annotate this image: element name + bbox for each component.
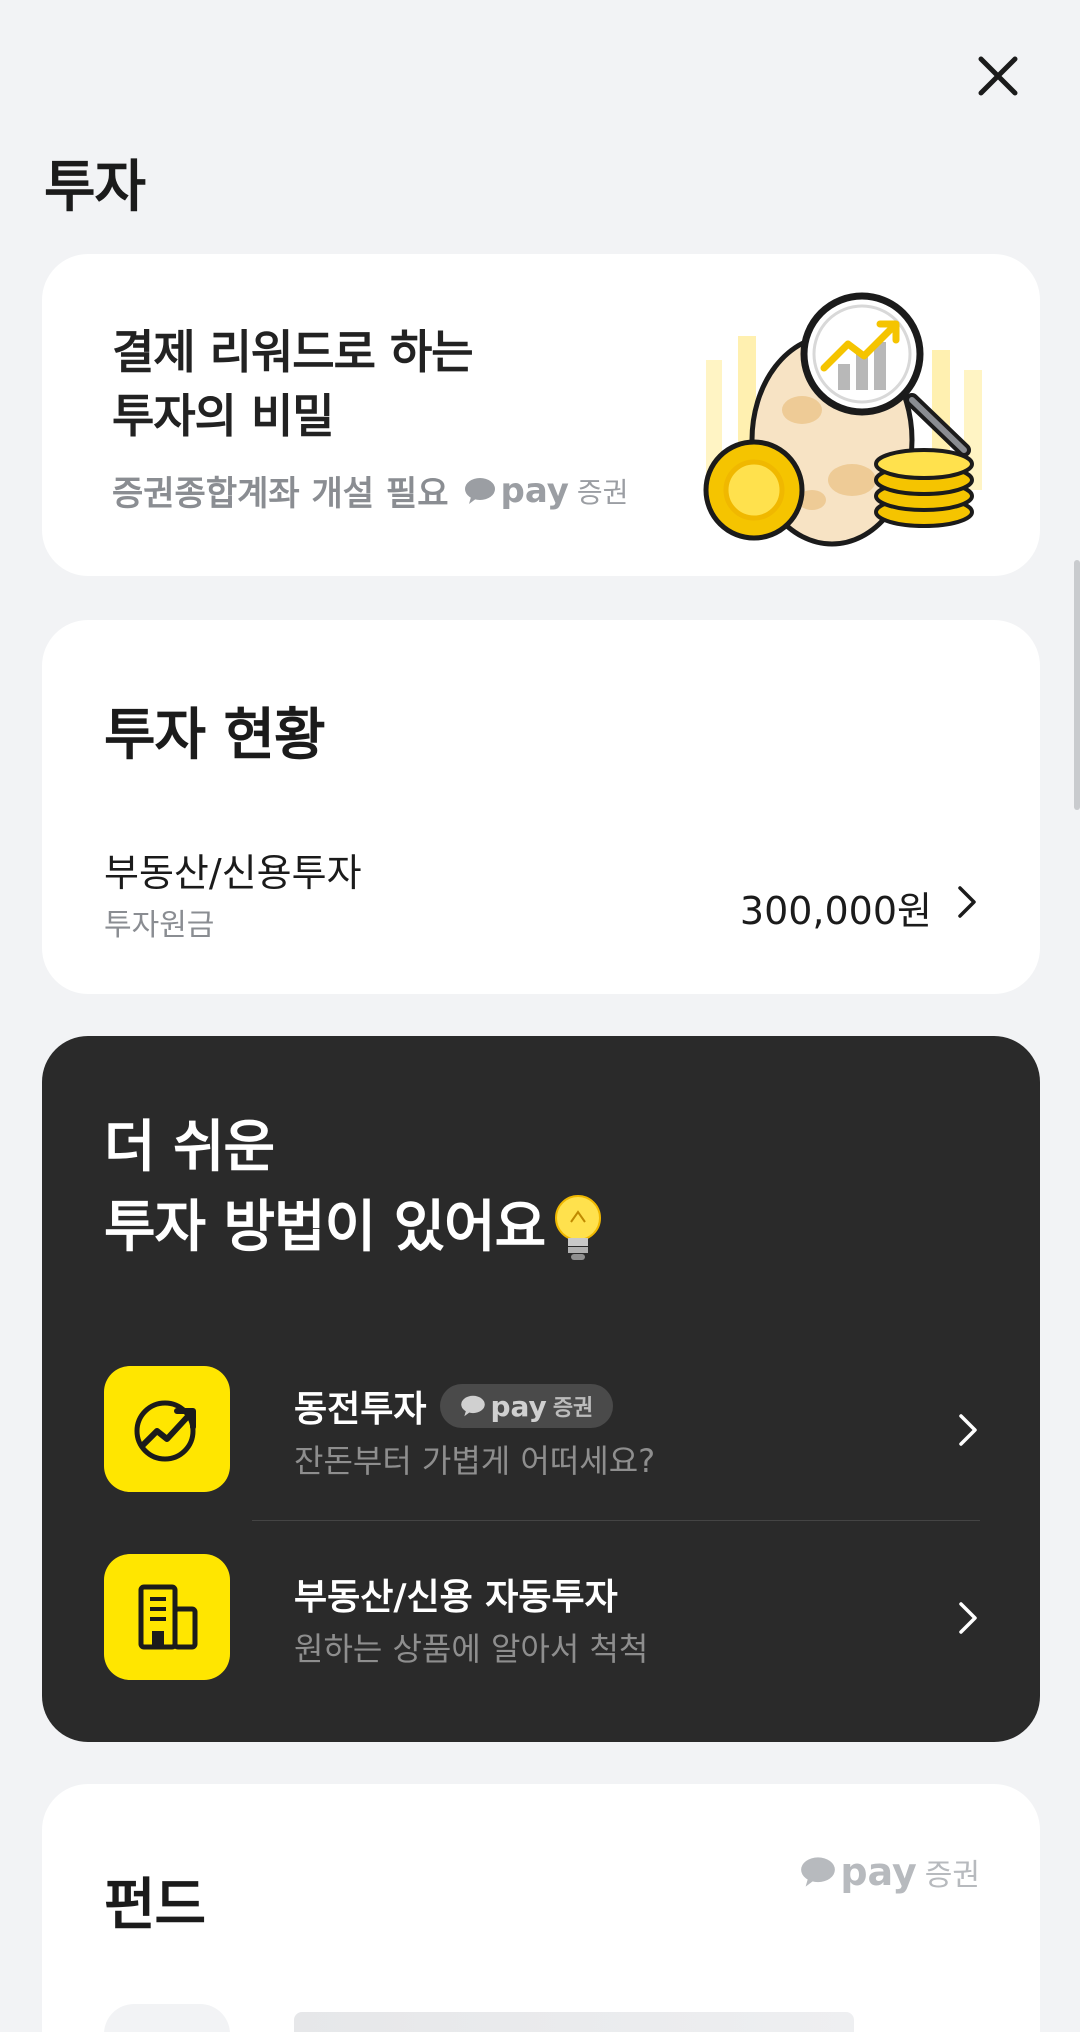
promo-title-line2: 투자의 비밀 — [112, 389, 335, 443]
fund-card: 펀드 pay 증권 — [42, 1784, 1040, 2032]
easy-title-line2-wrap: 투자 방법이 있어요 — [104, 1188, 607, 1268]
promo-banner[interactable]: 결제 리워드로 하는 투자의 비밀 증권종합계좌 개설 필요 pay 증권 — [42, 254, 1040, 576]
fund-item-icon-placeholder — [104, 2004, 230, 2032]
auto-investment-subtitle: 원하는 상품에 알아서 척척 — [294, 1630, 649, 1668]
investment-status-title: 투자 현황 — [104, 703, 326, 768]
coin-growth-icon — [134, 1400, 196, 1462]
coin-investment-title-wrap: 동전투자 pay 증권 — [294, 1380, 614, 1432]
kakaopay-securities-logo: pay 증권 — [464, 471, 628, 511]
investment-status-card: 투자 현황 부동산/신용투자 투자원금 300,000원 — [42, 620, 1040, 994]
scrollbar[interactable] — [1074, 560, 1080, 810]
securities-text: 증권 — [924, 1858, 980, 1893]
coin-investment-subtitle: 잔돈부터 가볍게 어떠세요? — [294, 1442, 656, 1480]
coin-investment-item[interactable]: 동전투자 pay 증권 잔돈부터 가볍게 어떠세요? — [104, 1366, 984, 1496]
chevron-right-icon — [959, 1414, 977, 1446]
promo-title-line1: 결제 리워드로 하는 — [112, 325, 474, 379]
easy-title-line2: 투자 방법이 있어요 — [104, 1195, 546, 1260]
lightbulb-icon — [555, 1195, 602, 1260]
promo-subtitle-text: 증권종합계좌 개설 필요 — [112, 474, 449, 514]
page-title: 투자 — [44, 155, 146, 220]
chevron-right-icon — [958, 886, 976, 918]
easy-investment-title: 더 쉬운 투자 방법이 있어요 — [104, 1108, 607, 1268]
close-button[interactable] — [968, 46, 1028, 106]
investment-page: 투자 결제 리워드로 하는 투자의 비밀 증권종합계좌 개설 필요 pay 증권 — [0, 0, 1080, 2032]
speech-bubble-icon — [801, 1857, 836, 1887]
coin-investment-title: 동전투자 — [294, 1389, 427, 1430]
coin-investment-icon-tile — [104, 1366, 230, 1492]
close-icon — [978, 56, 1018, 96]
promo-subtitle: 증권종합계좌 개설 필요 pay 증권 — [112, 466, 628, 515]
easy-investment-card: 더 쉬운 투자 방법이 있어요 동전투자 pay 증권 잔돈부터 가볍게 어떠세… — [42, 1036, 1040, 1742]
realestate-credit-investment-row[interactable]: 부동산/신용투자 투자원금 300,000원 — [104, 836, 984, 956]
auto-investment-title: 부동산/신용 자동투자 — [294, 1577, 618, 1618]
pay-text: pay — [500, 470, 569, 511]
kakaopay-securities-logo: pay 증권 — [800, 1850, 980, 1894]
fund-item-text-cutoff — [294, 2012, 854, 2032]
securities-text: 증권 — [552, 1396, 594, 1421]
list-divider — [252, 1520, 980, 1521]
auto-investment-icon-tile — [104, 1554, 230, 1680]
chevron-right-icon — [959, 1602, 977, 1634]
pay-text: pay — [840, 1850, 917, 1894]
easy-title-line1: 더 쉬운 — [104, 1115, 275, 1180]
investment-amount: 300,000원 — [739, 889, 932, 933]
investment-caption: 투자원금 — [104, 908, 215, 943]
promo-title: 결제 리워드로 하는 투자의 비밀 — [112, 320, 474, 448]
auto-investment-item[interactable]: 부동산/신용 자동투자 원하는 상품에 알아서 척척 — [104, 1554, 984, 1684]
building-icon — [138, 1584, 198, 1650]
speech-bubble-icon — [465, 477, 496, 504]
pay-text: pay — [490, 1389, 547, 1423]
kakaopay-securities-badge: pay 증권 — [440, 1384, 614, 1428]
speech-bubble-icon — [461, 1395, 486, 1417]
egg-coins-magnifier-illustration — [703, 292, 982, 547]
securities-text: 증권 — [576, 475, 629, 509]
investment-name: 부동산/신용투자 — [104, 851, 362, 895]
fund-title: 펀드 — [104, 1873, 206, 1938]
